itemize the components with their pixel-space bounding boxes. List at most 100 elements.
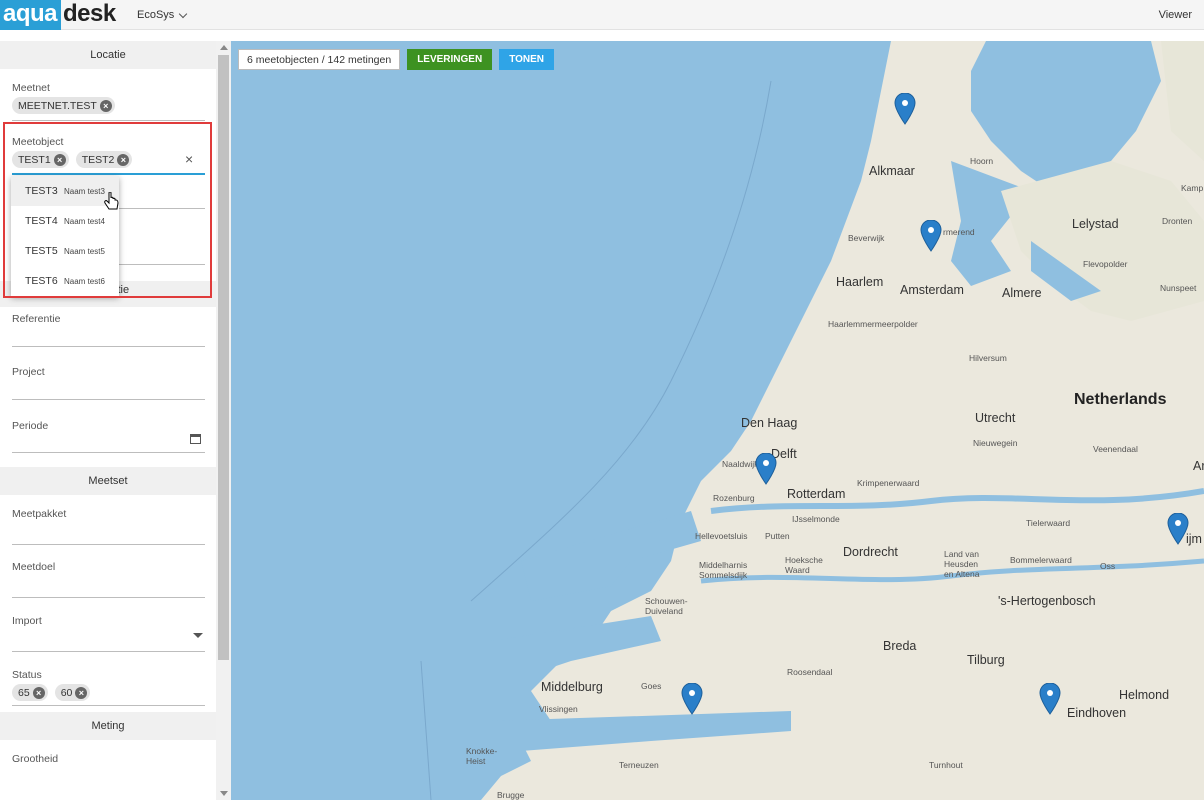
map-label: Tielerwaard [1026, 518, 1071, 528]
map-label: Vlissingen [539, 704, 578, 714]
clear-icon[interactable]: × [185, 151, 193, 167]
referentie-label: Referentie [12, 313, 61, 325]
map-label: Oss [1100, 561, 1116, 571]
chip-label: TEST1 [18, 153, 51, 166]
status-label: Status [12, 669, 42, 681]
referentie-underline [12, 346, 205, 347]
chip-label: TEST2 [81, 153, 115, 166]
option-code: TEST3 [25, 185, 58, 197]
sidebar-scrollbar[interactable] [216, 41, 231, 800]
scroll-down-arrow-icon[interactable] [220, 791, 228, 796]
leveringen-button[interactable]: LEVERINGEN [407, 49, 493, 70]
meetobject-underline [12, 173, 205, 175]
map-label: Veenendaal [1093, 444, 1138, 454]
map-label: Rozenburg [713, 493, 755, 503]
scroll-up-arrow-icon[interactable] [220, 45, 228, 50]
project-label: Project [12, 366, 45, 378]
chip-remove-icon[interactable]: × [117, 153, 130, 166]
map-label: Almere [1002, 286, 1042, 300]
meetobject-label: Meetobject [12, 136, 64, 148]
meetobject-chip[interactable]: TEST2 × [75, 151, 133, 168]
periode-field[interactable]: Periode [0, 413, 216, 467]
map-label: Middelharnis Sommelsdijk [699, 560, 748, 580]
map-label: Bommelerwaard [1010, 555, 1072, 565]
dropdown-option[interactable]: TEST3 Naam test3 [11, 176, 119, 206]
status-underline [12, 705, 205, 706]
import-field[interactable]: Import [0, 602, 216, 656]
map-label: Hoeksche Waard [785, 555, 823, 575]
meetnet-underline [12, 120, 205, 121]
grootheid-field[interactable]: Grootheid [0, 740, 216, 780]
map-marker-icon[interactable] [894, 93, 916, 125]
map-label: Brugge [497, 790, 525, 800]
option-name: Naam test6 [64, 276, 105, 286]
chip-remove-icon[interactable]: × [53, 153, 66, 166]
option-name: Naam test3 [64, 186, 105, 196]
map-label: Haarlem [836, 275, 884, 289]
meetdoel-field[interactable]: Meetdoel [0, 548, 216, 602]
meetobject-field[interactable]: Meetobject TEST1 × TEST2 × × [0, 123, 216, 177]
chip-remove-icon[interactable]: × [99, 99, 112, 112]
meetpakket-field[interactable]: Meetpakket [0, 495, 216, 548]
map-marker-icon[interactable] [1167, 513, 1189, 545]
status-chip[interactable]: 65 × [12, 684, 48, 701]
option-code: TEST6 [25, 275, 58, 287]
chip-label: 65 [18, 686, 30, 699]
meetnet-chip[interactable]: MEETNET.TEST × [12, 97, 115, 114]
map-label: 's-Hertogenbosch [998, 594, 1096, 608]
hand-cursor-icon [104, 192, 119, 210]
chip-label: MEETNET.TEST [18, 99, 97, 112]
meetnet-field[interactable]: Meetnet MEETNET.TEST × [0, 69, 216, 123]
map-label: Nieuwegein [973, 438, 1018, 448]
app-selector[interactable]: EcoSys [137, 9, 188, 21]
map-label: Dordrecht [843, 545, 898, 559]
map-view[interactable]: 6 meetobjecten / 142 metingen LEVERINGEN… [231, 41, 1204, 800]
calendar-icon[interactable] [190, 434, 201, 444]
meetdoel-label: Meetdoel [12, 561, 56, 573]
dropdown-arrow-icon[interactable] [193, 633, 203, 638]
grootheid-label: Grootheid [12, 753, 59, 765]
map-label: Alkmaar [869, 164, 915, 178]
map-marker-icon[interactable] [1039, 683, 1061, 715]
status-field[interactable]: Status 65 × 60 × [0, 656, 216, 712]
map-label: Helmond [1119, 688, 1170, 702]
map-label: Haarlemmermeerpolder [828, 319, 918, 329]
map-label: Roosendaal [787, 667, 833, 677]
project-field[interactable]: Project [0, 360, 216, 413]
meetnet-label: Meetnet [12, 82, 50, 94]
chip-remove-icon[interactable]: × [32, 686, 45, 699]
section-meting-header[interactable]: Meting [0, 712, 216, 740]
referentie-field[interactable]: Referentie [0, 307, 216, 360]
scroll-thumb[interactable] [218, 55, 229, 660]
dropdown-option[interactable]: TEST6 Naam test6 [11, 266, 119, 296]
tonen-button[interactable]: TONEN [499, 49, 555, 70]
map-label: rmerend [943, 227, 975, 237]
aquadesk-logo[interactable]: aqua desk [0, 0, 116, 30]
map-label: Den Haag [741, 416, 798, 430]
import-underline [12, 651, 205, 652]
map-country-label: Netherlands [1074, 391, 1167, 408]
map-label: Kamp [1181, 183, 1204, 193]
user-role[interactable]: Viewer [1159, 9, 1192, 21]
meetpakket-underline [12, 544, 205, 545]
map-label: Schouwen-Duiveland [645, 596, 688, 616]
dropdown-option[interactable]: TEST5 Naam test5 [11, 236, 119, 266]
map-label: Putten [765, 531, 790, 541]
logo-aqua: aqua [0, 0, 62, 30]
map-marker-icon[interactable] [755, 453, 777, 485]
option-code: TEST4 [25, 215, 58, 227]
map-marker-icon[interactable] [681, 683, 703, 715]
status-chip[interactable]: 60 × [54, 684, 91, 701]
option-code: TEST5 [25, 245, 58, 257]
section-locatie-header[interactable]: Locatie [0, 41, 216, 69]
map-label: Utrecht [975, 411, 1016, 425]
map-marker-icon[interactable] [920, 220, 942, 252]
chip-remove-icon[interactable]: × [75, 686, 88, 699]
map-label: Tilburg [967, 653, 1005, 667]
project-underline [12, 399, 205, 400]
meetobject-chip[interactable]: TEST1 × [12, 151, 69, 168]
dropdown-option[interactable]: TEST4 Naam test4 [11, 206, 119, 236]
map-label: Middelburg [541, 680, 603, 694]
map-label: Rotterdam [787, 487, 846, 501]
section-meetset-header[interactable]: Meetset [0, 467, 216, 495]
